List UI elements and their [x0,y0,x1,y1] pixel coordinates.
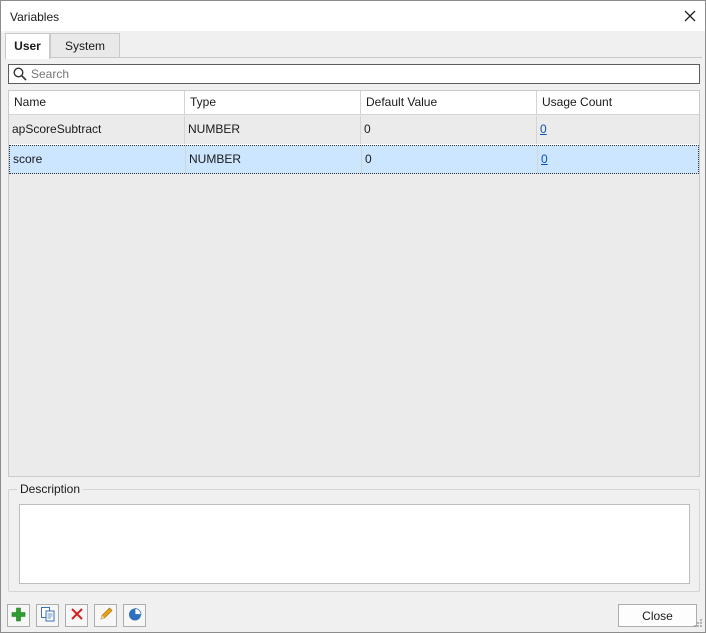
column-header-usage-count[interactable]: Usage Count [537,91,699,115]
usage-count-link[interactable]: 0 [540,122,547,136]
description-field[interactable] [19,504,690,584]
title-bar: Variables [1,1,705,31]
search-icon [13,67,27,84]
window-title: Variables [10,10,60,24]
delete-icon [70,607,84,624]
duplicate-variable-button[interactable] [36,604,59,627]
cell-name: score [10,146,186,174]
description-group: Description [8,482,700,592]
bottom-toolbar: Close [1,597,705,633]
usage-chart-icon [127,606,143,625]
usage-report-button[interactable] [123,604,146,627]
cell-default-value: 0 [361,116,537,144]
edit-variable-button[interactable] [94,604,117,627]
table-row[interactable]: apScoreSubtract NUMBER 0 0 [9,116,699,145]
column-header-type[interactable]: Type [185,91,361,115]
cell-type: NUMBER [185,116,361,144]
cell-usage-count: 0 [538,146,700,174]
user-variables-panel: Name Type Default Value Usage Count apSc… [5,57,702,593]
tab-user[interactable]: User [5,33,50,59]
resize-grip-icon[interactable] [693,617,703,631]
edit-icon [98,606,114,625]
cell-type: NUMBER [186,146,362,174]
grid-header: Name Type Default Value Usage Count [9,91,699,115]
variables-window: Variables User System Name Type Default … [0,0,706,633]
search-input[interactable] [31,65,691,83]
add-icon [11,607,26,625]
copy-icon [40,606,56,625]
variables-grid: Name Type Default Value Usage Count apSc… [8,90,700,477]
add-variable-button[interactable] [7,604,30,627]
delete-variable-button[interactable] [65,604,88,627]
cell-default-value: 0 [362,146,538,174]
description-label: Description [17,482,84,496]
table-row-selected[interactable]: score NUMBER 0 0 [9,145,699,174]
tab-system[interactable]: System [50,33,120,58]
column-header-name[interactable]: Name [9,91,185,115]
search-box[interactable] [8,64,700,84]
window-close-icon[interactable] [675,1,705,31]
cell-usage-count: 0 [537,116,699,144]
column-header-default-value[interactable]: Default Value [361,91,537,115]
cell-name: apScoreSubtract [9,116,185,144]
close-button[interactable]: Close [618,604,697,627]
usage-count-link[interactable]: 0 [541,152,548,166]
